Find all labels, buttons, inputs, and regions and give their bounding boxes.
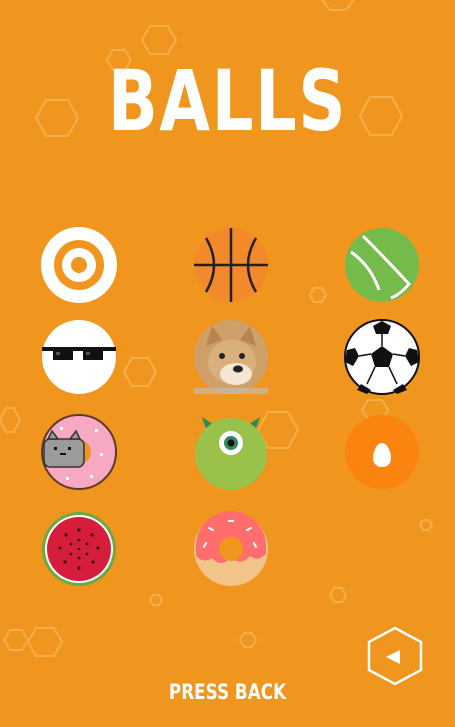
page-title: BALLS [107,52,348,150]
tennis-ball-icon [345,228,419,302]
donut-ball[interactable] [192,510,270,588]
tennis-ball[interactable] [343,226,421,304]
watermelon-icon [42,512,116,586]
doge-icon [194,320,268,394]
back-button[interactable] [366,626,424,686]
pusheen-donut-ball[interactable] [40,413,118,491]
monster-ball[interactable] [192,413,270,491]
egg-icon [345,415,419,489]
soccer-ball-icon [344,319,420,395]
sunglasses-ball[interactable] [40,318,118,396]
pusheen-cat-icon [41,414,117,490]
doge-ball[interactable] [192,318,270,396]
target-ball[interactable] [40,226,118,304]
press-back-label: PRESS BACK [168,680,287,704]
donut-icon [194,511,268,586]
watermelon-ball[interactable] [40,510,118,588]
basketball-ball[interactable] [192,226,270,304]
sunglasses-icon [42,320,116,394]
soccer-ball[interactable] [343,318,421,396]
triangle-left-icon [367,626,423,686]
basketball-icon [194,228,268,302]
egg-ball[interactable] [343,413,421,491]
one-eyed-monster-icon [195,417,267,490]
target-icon [41,227,117,303]
